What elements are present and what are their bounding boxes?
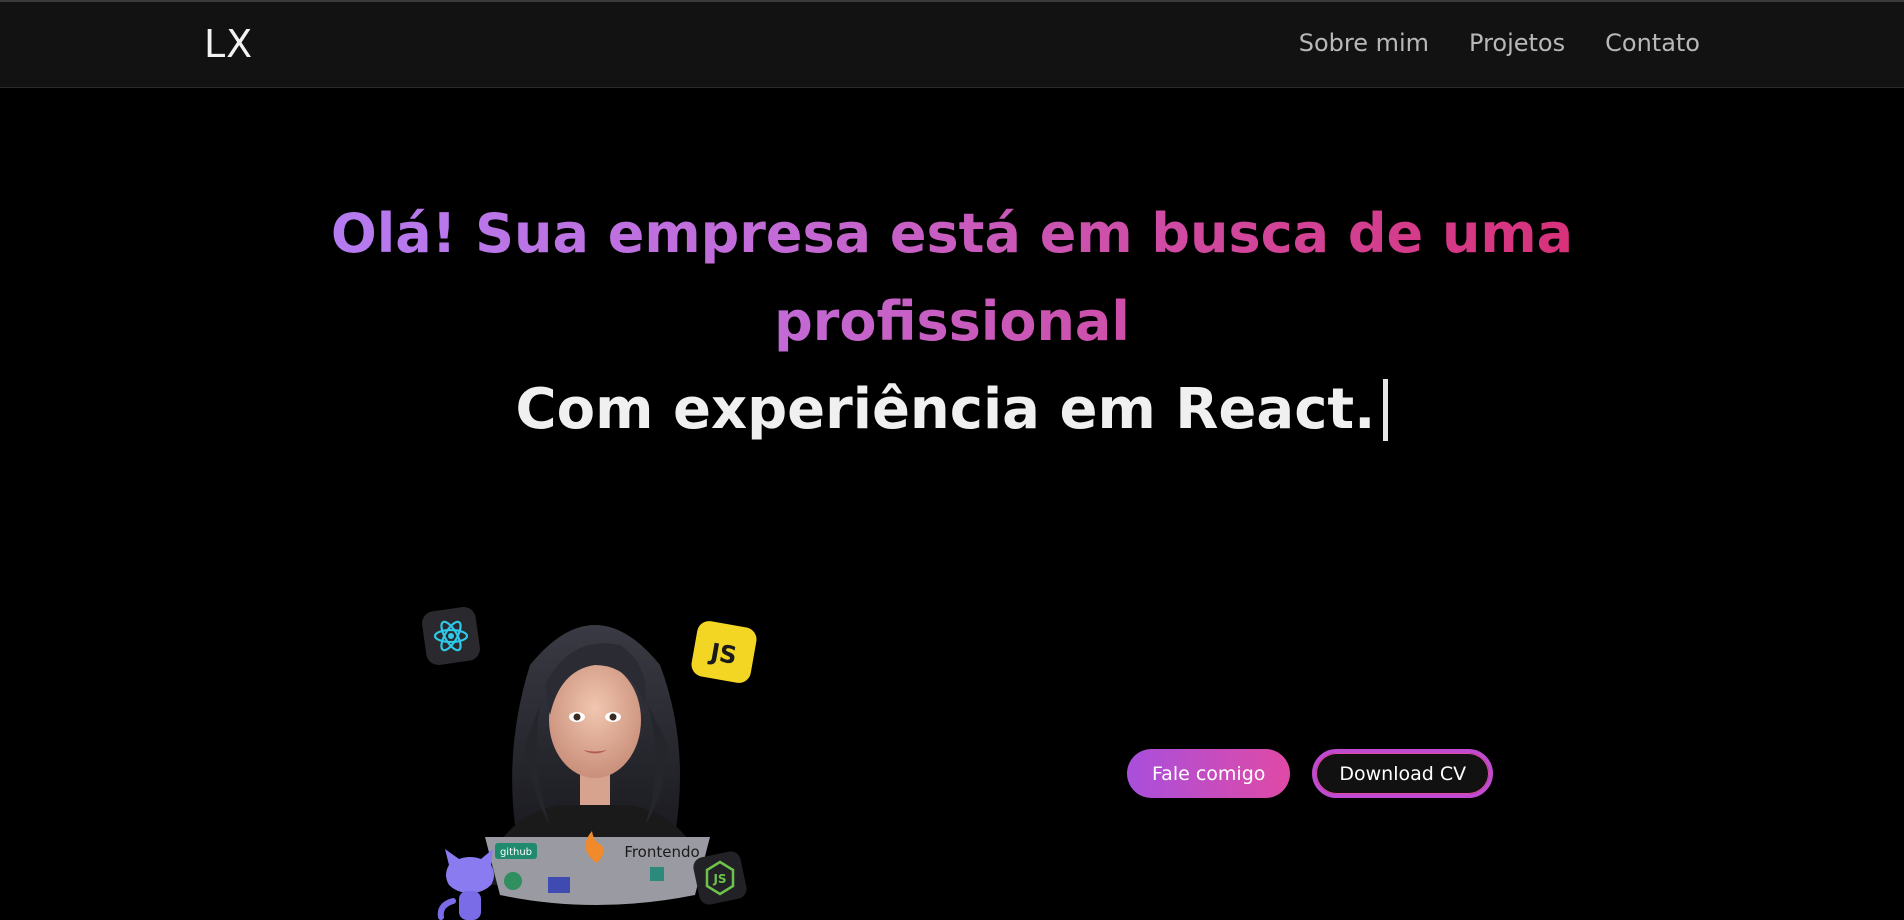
javascript-icon: JS (691, 621, 757, 683)
github-octocat-icon (437, 849, 494, 920)
navbar: LX Sobre mim Projetos Contato (0, 2, 1904, 88)
download-cv-button[interactable]: Download CV (1312, 749, 1494, 798)
typed-row: Com experiência em React. (0, 366, 1904, 454)
nav-link-sobre-mim[interactable]: Sobre mim (1299, 29, 1429, 57)
nav-links: Sobre mim Projetos Contato (1299, 29, 1700, 57)
nodejs-icon: JS (693, 851, 747, 905)
nav-link-projetos[interactable]: Projetos (1469, 29, 1565, 57)
react-icon (422, 607, 480, 665)
avatar-illustration: github Frontendo JS JS (420, 595, 760, 920)
typing-cursor (1383, 379, 1389, 441)
contact-button[interactable]: Fale comigo (1127, 749, 1291, 798)
nav-link-contato[interactable]: Contato (1605, 29, 1700, 57)
svg-text:JS: JS (712, 872, 726, 886)
hero-headline: Olá! Sua empresa está em busca de uma pr… (327, 190, 1577, 366)
laptop-sticker-frontend: Frontendo (624, 843, 699, 861)
hero-section: Olá! Sua empresa está em busca de uma pr… (0, 190, 1904, 454)
logo[interactable]: LX (204, 22, 253, 66)
hero-buttons: Fale comigo Download CV (1127, 749, 1494, 798)
typed-text: Com experiência em React. (515, 377, 1376, 442)
